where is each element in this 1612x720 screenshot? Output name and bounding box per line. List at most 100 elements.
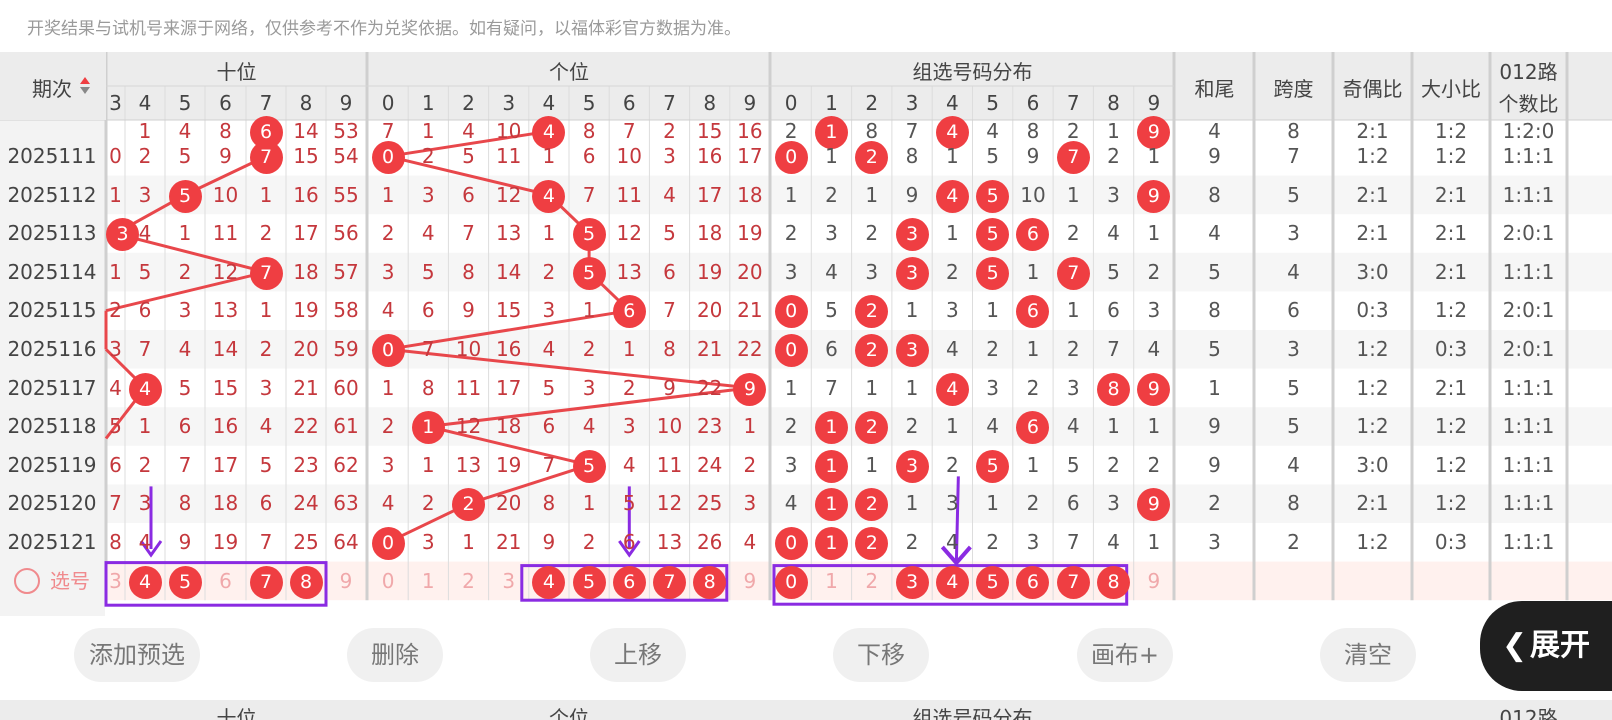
- units-cell: 21: [495, 530, 522, 554]
- select-units-digit[interactable]: 8: [690, 562, 730, 601]
- stat-cell: 1:2: [1356, 530, 1389, 554]
- stat-cell: 1:1:1: [1502, 375, 1555, 400]
- units-cell: 4: [663, 182, 676, 207]
- units-cell: 2: [421, 491, 435, 516]
- group-cell: 1: [986, 298, 1000, 323]
- select-units-digit[interactable]: 9: [730, 562, 770, 601]
- units-cell: 2: [381, 414, 395, 439]
- select-group-digit[interactable]: 2: [852, 562, 892, 601]
- tens-cell: 14: [212, 337, 239, 361]
- hit-ball: 1: [814, 411, 848, 445]
- select-tens-digit[interactable]: 3: [106, 562, 125, 601]
- select-tens-digit[interactable]: 6: [205, 562, 246, 601]
- select-group-digit[interactable]: 1: [811, 562, 851, 601]
- tens-cell: 1: [109, 259, 122, 284]
- units-cell: 24: [696, 452, 723, 477]
- tens-cell: 1: [178, 221, 192, 246]
- group-cell: 3: [784, 452, 798, 477]
- units-cell: 5: [622, 491, 636, 516]
- tens-cell: 3: [109, 337, 122, 361]
- units-cell: 19: [737, 221, 763, 246]
- group-cell: 1: [1026, 452, 1040, 477]
- expand-button[interactable]: ❮ 展开: [1480, 601, 1612, 691]
- tens-cell: 3: [106, 214, 139, 253]
- move-up-button[interactable]: 上移: [590, 628, 686, 682]
- move-down-button[interactable]: 下移: [833, 628, 929, 682]
- group-cell: 3: [986, 375, 1000, 400]
- select-units-digit[interactable]: 1: [408, 562, 448, 601]
- units-cell: 9: [462, 298, 475, 323]
- select-tens-digit[interactable]: 5: [165, 562, 205, 601]
- group-cell: 1: [945, 144, 959, 168]
- units-cell: 2: [421, 144, 435, 168]
- select-units-digit[interactable]: 2: [448, 562, 488, 601]
- tens-cell: 57: [333, 259, 359, 284]
- select-group-digit[interactable]: 5: [973, 562, 1013, 601]
- group-cell: 5: [1066, 452, 1080, 477]
- hit-ball: 6: [1016, 295, 1050, 329]
- hit-ball: 2: [855, 488, 889, 522]
- hit-ball: 3: [895, 449, 929, 483]
- select-tens-digit[interactable]: 7: [246, 562, 286, 601]
- group-cell: 5: [973, 214, 1013, 253]
- select-circle-icon[interactable]: [14, 567, 40, 594]
- select-group-digit[interactable]: 9: [1134, 562, 1174, 601]
- select-group-digit[interactable]: 4: [932, 562, 972, 601]
- units-cell: 2: [582, 530, 596, 554]
- select-units-digit[interactable]: 4: [529, 562, 569, 601]
- select-tens-digit[interactable]: 8: [286, 562, 326, 601]
- select-group-digit[interactable]: 7: [1053, 562, 1093, 601]
- select-tens-digit[interactable]: 4: [125, 562, 165, 601]
- select-units-digit[interactable]: 0: [368, 562, 408, 601]
- units-cell: 7: [582, 182, 596, 207]
- select-units-digit[interactable]: 7: [649, 562, 689, 601]
- select-units-digit[interactable]: 6: [609, 562, 649, 601]
- hit-ball: 4: [128, 372, 162, 406]
- sort-up-icon[interactable]: [80, 77, 90, 84]
- units-cell: 0: [368, 137, 408, 176]
- canvas-plus-button[interactable]: 画布+: [1077, 628, 1173, 682]
- clear-button[interactable]: 清空: [1320, 628, 1416, 682]
- units-digit-header: 8: [703, 91, 717, 115]
- tens-cell: 19: [293, 298, 319, 323]
- tens-cell: 19: [212, 530, 239, 554]
- hit-ball: 0: [774, 295, 808, 329]
- units-cell: 4: [381, 298, 395, 323]
- group-cell: 0: [771, 137, 811, 176]
- issue-header[interactable]: 期次: [0, 52, 106, 120]
- tens-digit-header: 9: [339, 91, 353, 115]
- select-group-digit[interactable]: 6: [1013, 562, 1053, 601]
- group-cell: 1: [1107, 414, 1120, 439]
- jiou-header: 奇偶比: [1342, 77, 1403, 101]
- units-cell: 0: [368, 330, 408, 369]
- hit-ball: 6: [1016, 565, 1050, 599]
- group-cell: 9: [1134, 484, 1174, 523]
- select-group-digit[interactable]: 0: [771, 562, 811, 601]
- add-preselect-button[interactable]: 添加预选: [74, 628, 200, 682]
- select-units-digit[interactable]: 5: [569, 562, 609, 601]
- units-cell: 5: [569, 253, 609, 292]
- select-group-digit[interactable]: 8: [1093, 562, 1133, 601]
- tens-cell: 1: [259, 298, 273, 323]
- group-cell: 7: [825, 375, 838, 400]
- units-cell: 1: [743, 414, 757, 439]
- tens-cell: 2: [109, 298, 122, 323]
- select-units-digit[interactable]: 3: [489, 562, 529, 601]
- units-cell: 2: [448, 484, 488, 523]
- group-header: 组选号码分布: [912, 60, 1033, 84]
- sort-down-icon[interactable]: [80, 87, 90, 94]
- tens-cell: 13: [212, 298, 239, 323]
- group-cell: 1: [1026, 337, 1040, 361]
- select-tens-digit[interactable]: 9: [326, 562, 366, 601]
- hit-ball: 8: [1097, 372, 1131, 406]
- hit-ball: 2: [855, 295, 889, 329]
- delete-button[interactable]: 删除: [347, 628, 443, 682]
- tens-cell: 7: [259, 530, 273, 554]
- stat-cell: 1:1:1: [1502, 452, 1555, 477]
- group-cell: 6: [1013, 214, 1053, 253]
- units-digit-header: 9: [743, 91, 757, 115]
- group-cell: 1: [1147, 144, 1161, 168]
- select-row-label[interactable]: 选号: [0, 562, 104, 601]
- select-group-digit[interactable]: 3: [892, 562, 932, 601]
- trend-chart[interactable]: 1 4 8 6 14 53 7 1 4 10 4 8 7 2 15 16 2 1 8 7 4 4 8 2 1 9 4 8 2:1 1:2 1…: [0, 52, 1612, 616]
